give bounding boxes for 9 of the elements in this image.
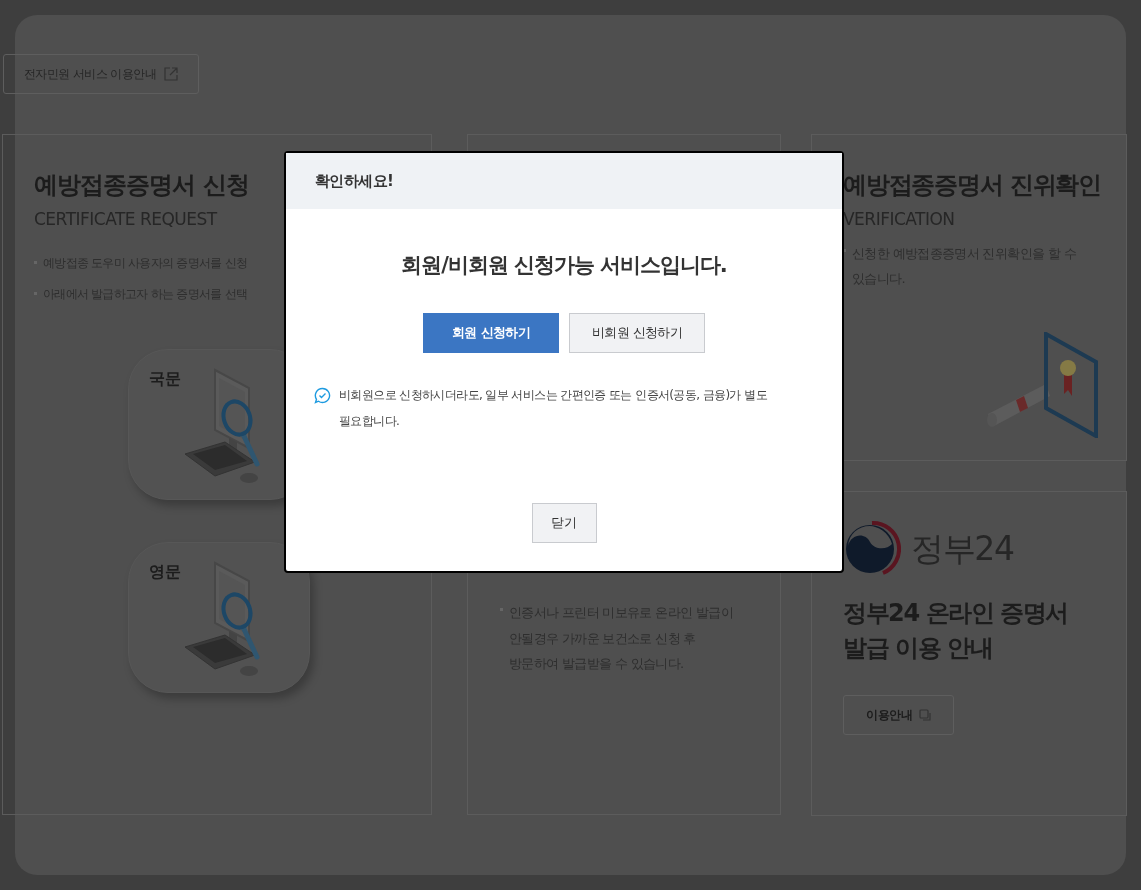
windows-icon — [918, 709, 931, 721]
close-button[interactable]: 닫기 — [531, 503, 597, 543]
external-link-icon — [163, 67, 178, 81]
notice-text: 비회원으로 신청하시더라도, 일부 서비스는 간편인증 또는 인증서(공동, 금융)가 별도 필요합니다. — [339, 387, 767, 430]
dialog-title: 확인하세요! — [315, 170, 394, 192]
guest-apply-button[interactable]: 비회원 신청하기 — [569, 313, 705, 353]
chat-check-icon — [314, 387, 331, 404]
member-apply-button[interactable]: 회원 신청하기 — [423, 313, 559, 353]
dialog-heading: 회원/비회원 신청가능 서비스입니다. — [400, 252, 728, 279]
